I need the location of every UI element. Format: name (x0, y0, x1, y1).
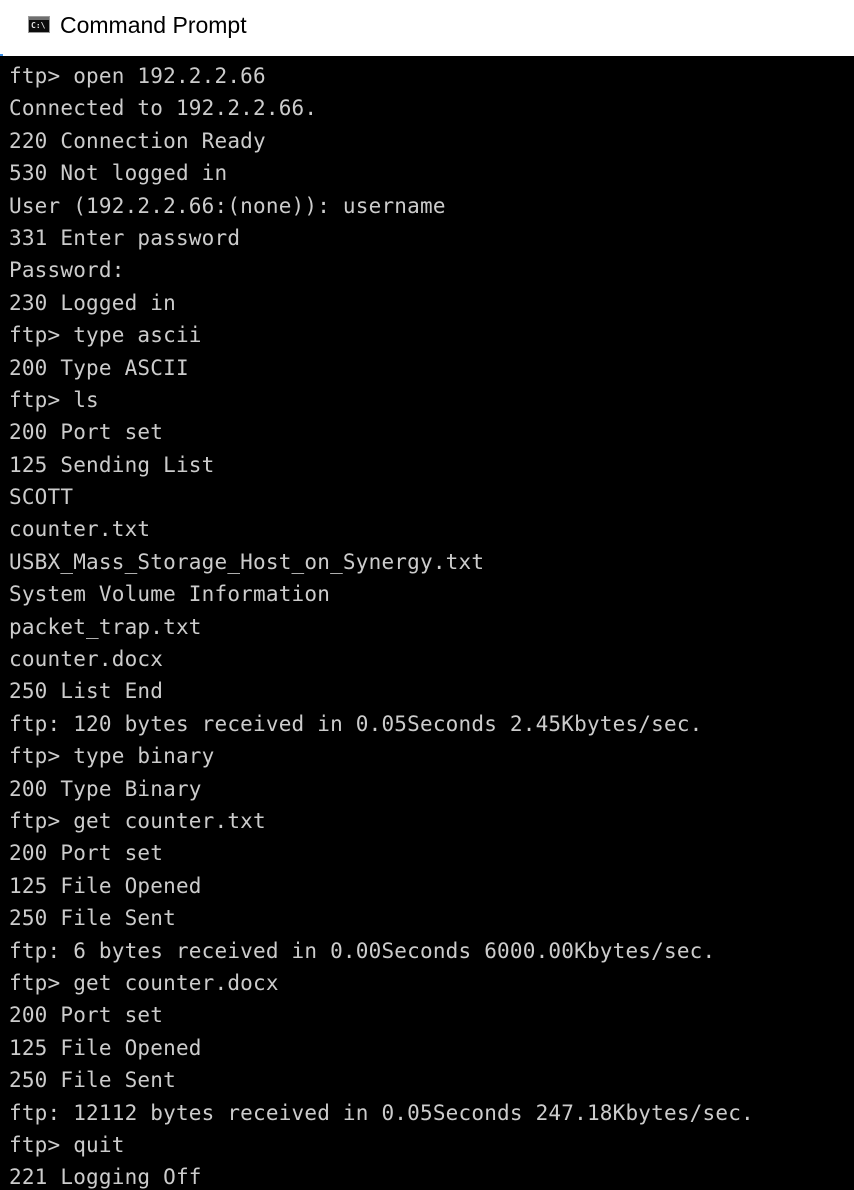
command-prompt-window: C:\ Command Prompt ftp> open 192.2.2.66 C… (0, 0, 854, 1190)
console-line: ftp: 120 bytes received in 0.05Seconds 2… (9, 711, 703, 736)
console-line: 125 File Opened (9, 1035, 202, 1060)
console-line: 125 Sending List (9, 452, 215, 477)
console-line: ftp> open 192.2.2.66 (9, 64, 266, 88)
console-line: User (192.2.2.66:(none)): username (9, 193, 446, 218)
console-line: 530 Not logged in (9, 161, 228, 186)
console-line: ftp: 12112 bytes received in 0.05Seconds… (9, 1100, 754, 1125)
icon-title-strip (29, 17, 49, 20)
console-line: Connected to 192.2.2.66. (9, 96, 318, 121)
console-line: 200 Type ASCII (9, 355, 189, 380)
console-line: 250 File Sent (9, 906, 176, 931)
console-output-area[interactable]: ftp> open 192.2.2.66 Connected to 192.2.2… (0, 56, 854, 1190)
console-line: 221 Logging Off (9, 1165, 202, 1190)
console-line: 200 Port set (9, 1003, 164, 1028)
console-line: 125 File Opened (9, 873, 202, 898)
command-prompt-icon[interactable]: C:\ (28, 16, 50, 33)
console-line: counter.docx (9, 647, 164, 672)
console-line: 200 Type Binary (9, 776, 202, 801)
console-line: packet_trap.txt (9, 614, 202, 639)
console-line: 220 Connection Ready (9, 128, 266, 153)
console-line: 230 Logged in (9, 290, 176, 315)
icon-glyph: C:\ (31, 21, 46, 30)
title-bar[interactable]: C:\ Command Prompt (0, 0, 854, 54)
console-line: 331 Enter password (9, 225, 241, 250)
console-line: USBX_Mass_Storage_Host_on_Synergy.txt (9, 549, 485, 574)
console-line: Password: (9, 258, 125, 283)
console-line: 200 Port set (9, 841, 164, 866)
console-line: 250 List End (9, 679, 164, 704)
console-line: counter.txt (9, 517, 151, 542)
console-line: ftp> get counter.docx (9, 970, 279, 995)
console-line: 250 File Sent (9, 1068, 176, 1093)
console-line: 200 Port set (9, 420, 164, 445)
console-line: SCOTT (9, 485, 74, 510)
console-line: ftp> type binary (9, 744, 215, 769)
console-line: ftp> quit (9, 1132, 125, 1157)
console-line: ftp> ls (9, 387, 99, 412)
console-lines: ftp> open 192.2.2.66 Connected to 192.2.2… (9, 60, 754, 1190)
console-line: ftp> get counter.txt (9, 808, 266, 833)
window-title: Command Prompt (60, 12, 247, 38)
console-line: ftp> type ascii (9, 323, 202, 348)
console-line: ftp: 6 bytes received in 0.00Seconds 600… (9, 938, 716, 963)
console-line: System Volume Information (9, 582, 331, 607)
